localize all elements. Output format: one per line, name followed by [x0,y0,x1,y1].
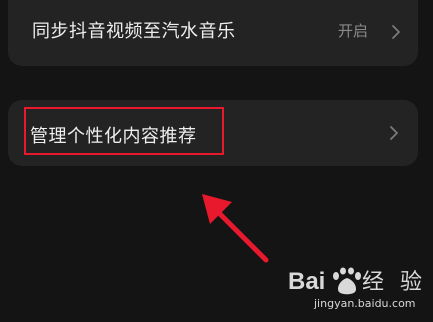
chevron-right-icon [390,126,398,140]
arrow-up-left-icon [202,194,269,263]
svg-text:Bai: Bai [288,268,325,295]
highlight-box [24,107,224,155]
sync-status-value: 开启 [337,22,368,40]
sync-douyin-label: 同步抖音视频至汽水音乐 [32,21,236,42]
svg-text:经验: 经验 [362,269,422,294]
watermark-url: jingyan.baidu.com [314,297,416,310]
settings-screen: 同步抖音视频至汽水音乐 开启 管理个性化内容推荐 Bai 经验 jingyan.… [0,0,433,322]
chevron-right-icon [392,25,400,39]
baidu-jingyan-logo: Bai 经验 [288,267,422,295]
baidu-jingyan-watermark: Bai 经验 jingyan.baidu.com [288,264,428,318]
sync-douyin-row[interactable]: 同步抖音视频至汽水音乐 开启 [8,0,418,66]
